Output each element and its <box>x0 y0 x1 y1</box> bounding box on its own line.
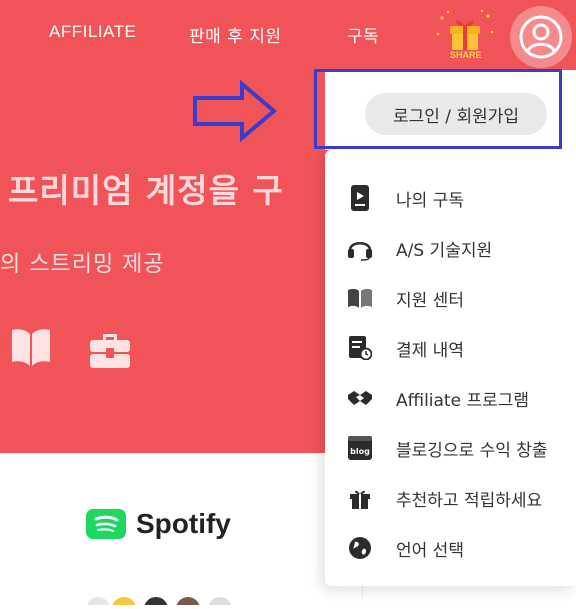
highlight-box <box>314 69 562 149</box>
menu-item-label: 나의 구독 <box>396 190 464 211</box>
menu-item-label: 언어 선택 <box>396 540 464 561</box>
book-icon <box>346 284 374 312</box>
menu-item-label: 블로깅으로 수익 창출 <box>396 440 548 461</box>
svg-text:blog: blog <box>350 447 370 456</box>
phone-icon <box>346 184 374 212</box>
share-gift-button[interactable]: SHARE <box>434 8 496 62</box>
menu-item-label: A/S 기술지원 <box>396 240 493 261</box>
menu-item-label: 결제 내역 <box>396 340 464 361</box>
nav-subscribe-link[interactable]: 구독 <box>347 22 379 47</box>
menu-item-payment-history[interactable]: 결제 내역 <box>346 332 576 364</box>
hero-title: 프리미엄 계정을 구 <box>8 171 284 210</box>
spotify-logo[interactable]: Spotify <box>86 508 231 540</box>
menu-item-tech-support[interactable]: A/S 기술지원 <box>346 232 576 264</box>
user-avatar-button[interactable] <box>510 6 572 68</box>
menu-item-affiliate-program[interactable]: Affiliate 프로그램 <box>346 382 576 414</box>
nav-affiliate-link[interactable]: AFFILIATE <box>49 22 136 42</box>
menu-item-label: Affiliate 프로그램 <box>396 390 530 411</box>
spotify-icon <box>86 509 126 539</box>
account-dropdown-menu <box>325 150 576 586</box>
menu-item-refer-earn[interactable]: 추천하고 적립하세요 <box>346 482 576 514</box>
blog-icon: blog <box>346 434 374 462</box>
pointer-arrow-icon <box>193 80 278 142</box>
nav-aftersales-link[interactable]: 판매 후 지원 <box>189 22 282 47</box>
menu-item-label: 추천하고 적립하세요 <box>396 490 543 511</box>
share-label: SHARE <box>450 50 482 60</box>
globe-icon <box>346 534 374 562</box>
spotify-wordmark: Spotify <box>136 508 231 539</box>
menu-item-label: 지원 센터 <box>396 290 464 311</box>
menu-item-my-subscription[interactable]: 나의 구독 <box>346 182 576 214</box>
receipt-icon <box>346 334 374 362</box>
menu-item-blogging[interactable]: blog 블로깅으로 수익 창출 <box>346 432 576 464</box>
headset-icon <box>346 234 374 262</box>
menu-item-language[interactable]: 언어 선택 <box>346 532 576 564</box>
menu-item-help-center[interactable]: 지원 센터 <box>346 282 576 314</box>
handshake-icon <box>346 384 374 412</box>
book-open-icon <box>10 326 52 372</box>
hero-subtitle: 의 스트리밍 제공 <box>0 252 165 277</box>
user-icon <box>519 15 563 59</box>
user-avatars-row <box>86 590 268 609</box>
briefcase-icon <box>88 326 132 374</box>
gift-icon <box>346 484 374 512</box>
